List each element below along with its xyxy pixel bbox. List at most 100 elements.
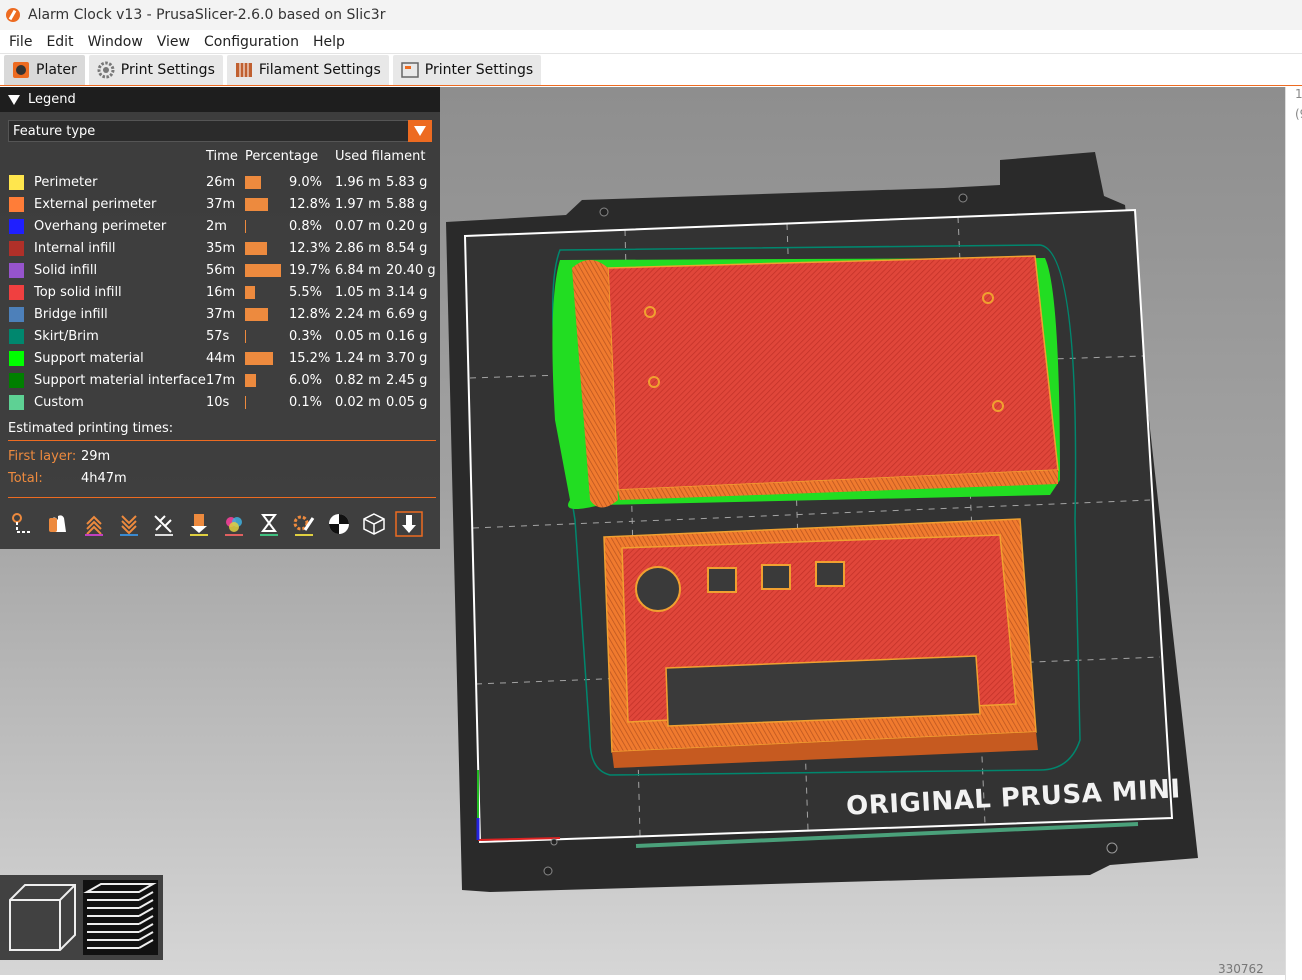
feature-weight: 0.20 g <box>386 219 428 234</box>
legend-rows: Perimeter 26m 9.0% 1.96 m 5.83 g External per… <box>0 172 440 414</box>
feature-percentage: 0.1% <box>289 395 323 410</box>
feature-weight: 6.69 g <box>386 307 428 322</box>
feature-time: 2m <box>206 219 227 234</box>
plater-icon <box>13 62 29 78</box>
window-title: Alarm Clock v13 - PrusaSlicer-2.6.0 base… <box>28 7 386 23</box>
feature-percentage-bar <box>245 176 261 189</box>
feature-percentage: 15.2% <box>289 351 331 366</box>
custom-gcodes-icon[interactable] <box>286 509 321 539</box>
feature-time: 56m <box>206 263 236 278</box>
legend-row[interactable]: Solid infill 56m 19.7% 6.84 m 20.40 g <box>0 260 440 282</box>
feature-time: 16m <box>206 285 236 300</box>
total-label: Total: <box>8 471 43 486</box>
menu-view[interactable]: View <box>150 34 197 50</box>
feature-name: Top solid infill <box>34 285 122 300</box>
feature-weight: 5.83 g <box>386 175 428 190</box>
feature-weight: 5.88 g <box>386 197 428 212</box>
feature-name: External perimeter <box>34 197 157 212</box>
tool-changes-icon[interactable] <box>181 509 216 539</box>
retractions-icon[interactable] <box>76 509 111 539</box>
menu-window[interactable]: Window <box>81 34 150 50</box>
feature-percentage-bar <box>245 220 246 233</box>
legend-row[interactable]: Skirt/Brim 57s 0.3% 0.05 m 0.16 g <box>0 326 440 348</box>
legend-header[interactable]: Legend <box>0 87 440 112</box>
legend-row[interactable]: Overhang perimeter 2m 0.8% 0.07 m 0.20 g <box>0 216 440 238</box>
feature-name: Solid infill <box>34 263 98 278</box>
deretractions-icon[interactable] <box>111 509 146 539</box>
bottom-strip <box>0 975 1285 980</box>
separator <box>8 440 436 441</box>
legend-row[interactable]: Custom 10s 0.1% 0.02 m 0.05 g <box>0 392 440 414</box>
shells-icon[interactable] <box>356 509 391 539</box>
wipe-icon[interactable] <box>41 509 76 539</box>
feature-percentage-bar <box>245 198 268 211</box>
feature-color-swatch <box>9 395 24 410</box>
tab-filament-settings-label: Filament Settings <box>258 62 381 78</box>
feature-time: 37m <box>206 307 236 322</box>
legend-column-headers: Time Percentage Used filament <box>0 149 440 167</box>
feature-color-swatch <box>9 285 24 300</box>
feature-length: 2.86 m <box>335 241 381 256</box>
view-type-select[interactable]: Feature type <box>8 120 432 142</box>
tab-plater[interactable]: Plater <box>4 55 85 85</box>
color-changes-icon[interactable] <box>216 509 251 539</box>
legend-row[interactable]: Support material interface 17m 6.0% 0.82 m 2… <box>0 370 440 392</box>
feature-percentage: 12.3% <box>289 241 331 256</box>
feature-length: 0.02 m <box>335 395 381 410</box>
feature-color-swatch <box>9 329 24 344</box>
feature-length: 1.05 m <box>335 285 381 300</box>
legend-row[interactable]: Bridge infill 37m 12.8% 2.24 m 6.69 g <box>0 304 440 326</box>
menu-help[interactable]: Help <box>306 34 352 50</box>
legend-row[interactable]: Support material 44m 15.2% 1.24 m 3.70 g <box>0 348 440 370</box>
legend-row[interactable]: Perimeter 26m 9.0% 1.96 m 5.83 g <box>0 172 440 194</box>
seams-icon[interactable] <box>146 509 181 539</box>
feature-percentage-bar <box>245 352 273 365</box>
feature-color-swatch <box>9 263 24 278</box>
menu-configuration[interactable]: Configuration <box>197 34 306 50</box>
feature-time: 35m <box>206 241 236 256</box>
gear-icon <box>97 61 115 79</box>
menu-edit[interactable]: Edit <box>39 34 80 50</box>
tab-print-settings[interactable]: Print Settings <box>88 55 223 85</box>
feature-weight: 3.14 g <box>386 285 428 300</box>
feature-color-swatch <box>9 241 24 256</box>
separator <box>8 497 436 498</box>
feature-time: 37m <box>206 197 236 212</box>
menu-file[interactable]: File <box>2 34 39 50</box>
tool-marker-icon[interactable] <box>391 509 426 539</box>
right-sidebar-edge: 1 (9 <box>1285 87 1302 980</box>
feature-weight: 2.45 g <box>386 373 428 388</box>
feature-color-swatch <box>9 307 24 322</box>
feature-color-swatch <box>9 373 24 388</box>
legend-row[interactable]: External perimeter 37m 12.8% 1.97 m 5.88 g <box>0 194 440 216</box>
first-layer-time: First layer: 29m <box>8 449 110 464</box>
tab-filament-settings[interactable]: Filament Settings <box>226 55 389 85</box>
col-time: Time <box>206 149 238 164</box>
center-of-gravity-icon[interactable] <box>321 509 356 539</box>
feature-length: 1.97 m <box>335 197 381 212</box>
total-value: 4h47m <box>81 471 127 486</box>
right-strip-text-2: (9 <box>1295 107 1302 121</box>
tab-plater-label: Plater <box>36 62 77 78</box>
feature-percentage: 12.8% <box>289 197 331 212</box>
feature-percentage-bar <box>245 396 246 409</box>
tab-printer-settings[interactable]: Printer Settings <box>392 55 542 85</box>
feature-name: Internal infill <box>34 241 116 256</box>
preview-layers-icon[interactable] <box>83 880 158 955</box>
first-layer-value: 29m <box>81 449 111 464</box>
pause-prints-icon[interactable] <box>251 509 286 539</box>
legend-row[interactable]: Top solid infill 16m 5.5% 1.05 m 3.14 g <box>0 282 440 304</box>
3d-view-icon[interactable] <box>5 880 80 955</box>
view-type-value: Feature type <box>13 123 96 139</box>
feature-name: Bridge infill <box>34 307 108 322</box>
legend-row[interactable]: Internal infill 35m 12.3% 2.86 m 8.54 g <box>0 238 440 260</box>
legend-title: Legend <box>28 92 76 107</box>
travel-icon[interactable] <box>6 509 41 539</box>
build-number: 330762 <box>1218 962 1264 976</box>
feature-length: 0.05 m <box>335 329 381 344</box>
feature-time: 26m <box>206 175 236 190</box>
chevron-down-icon[interactable] <box>408 120 432 142</box>
feature-time: 17m <box>206 373 236 388</box>
col-percentage: Percentage <box>245 149 319 164</box>
menu-bar: File Edit Window View Configuration Help <box>0 30 1302 54</box>
